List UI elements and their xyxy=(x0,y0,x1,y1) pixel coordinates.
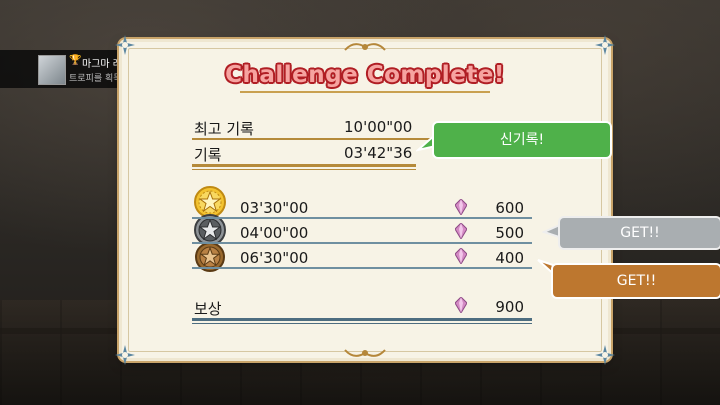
divider xyxy=(192,138,430,140)
best-record-label: 최고 기록 xyxy=(194,120,254,138)
divider xyxy=(192,267,532,269)
corner-ornament-icon xyxy=(595,345,615,365)
get-bronze-badge: GET!! xyxy=(553,265,720,297)
bronze-time: 06'30"00 xyxy=(240,249,309,267)
divider xyxy=(192,169,416,170)
new-record-badge: 신기록! xyxy=(434,123,610,157)
divider xyxy=(192,323,532,324)
corner-ornament-icon xyxy=(115,345,135,365)
bronze-points: 400 xyxy=(495,249,524,267)
best-record-value: 10'00"00 xyxy=(344,118,413,136)
gem-icon xyxy=(455,223,467,239)
gem-icon xyxy=(455,248,467,264)
trophy-icon: 🏆 xyxy=(69,55,82,66)
divider xyxy=(192,242,532,244)
silver-time: 04'00"00 xyxy=(240,224,309,242)
record-value: 03'42"36 xyxy=(344,144,413,162)
top-flourish-icon xyxy=(344,43,386,51)
record-label: 기록 xyxy=(194,146,222,164)
gem-icon xyxy=(455,199,467,215)
silver-points: 500 xyxy=(495,224,524,242)
divider xyxy=(192,318,532,321)
challenge-title: Challenge Complete! xyxy=(225,62,505,88)
gold-time: 03'30"00 xyxy=(240,199,309,217)
gem-icon xyxy=(455,297,467,313)
reward-label: 보상 xyxy=(194,300,222,318)
gold-points: 600 xyxy=(495,199,524,217)
corner-ornament-icon xyxy=(115,35,135,55)
divider xyxy=(192,164,416,167)
bottom-flourish-icon xyxy=(344,349,386,357)
reward-value: 900 xyxy=(495,298,524,316)
get-silver-badge: GET!! xyxy=(560,218,720,248)
divider xyxy=(192,217,532,219)
corner-ornament-icon xyxy=(595,35,615,55)
game-thumbnail xyxy=(38,55,66,85)
results-board: Challenge Complete! 최고 기록 10'00"00 기록 03… xyxy=(115,35,615,365)
title-underline xyxy=(240,91,490,93)
